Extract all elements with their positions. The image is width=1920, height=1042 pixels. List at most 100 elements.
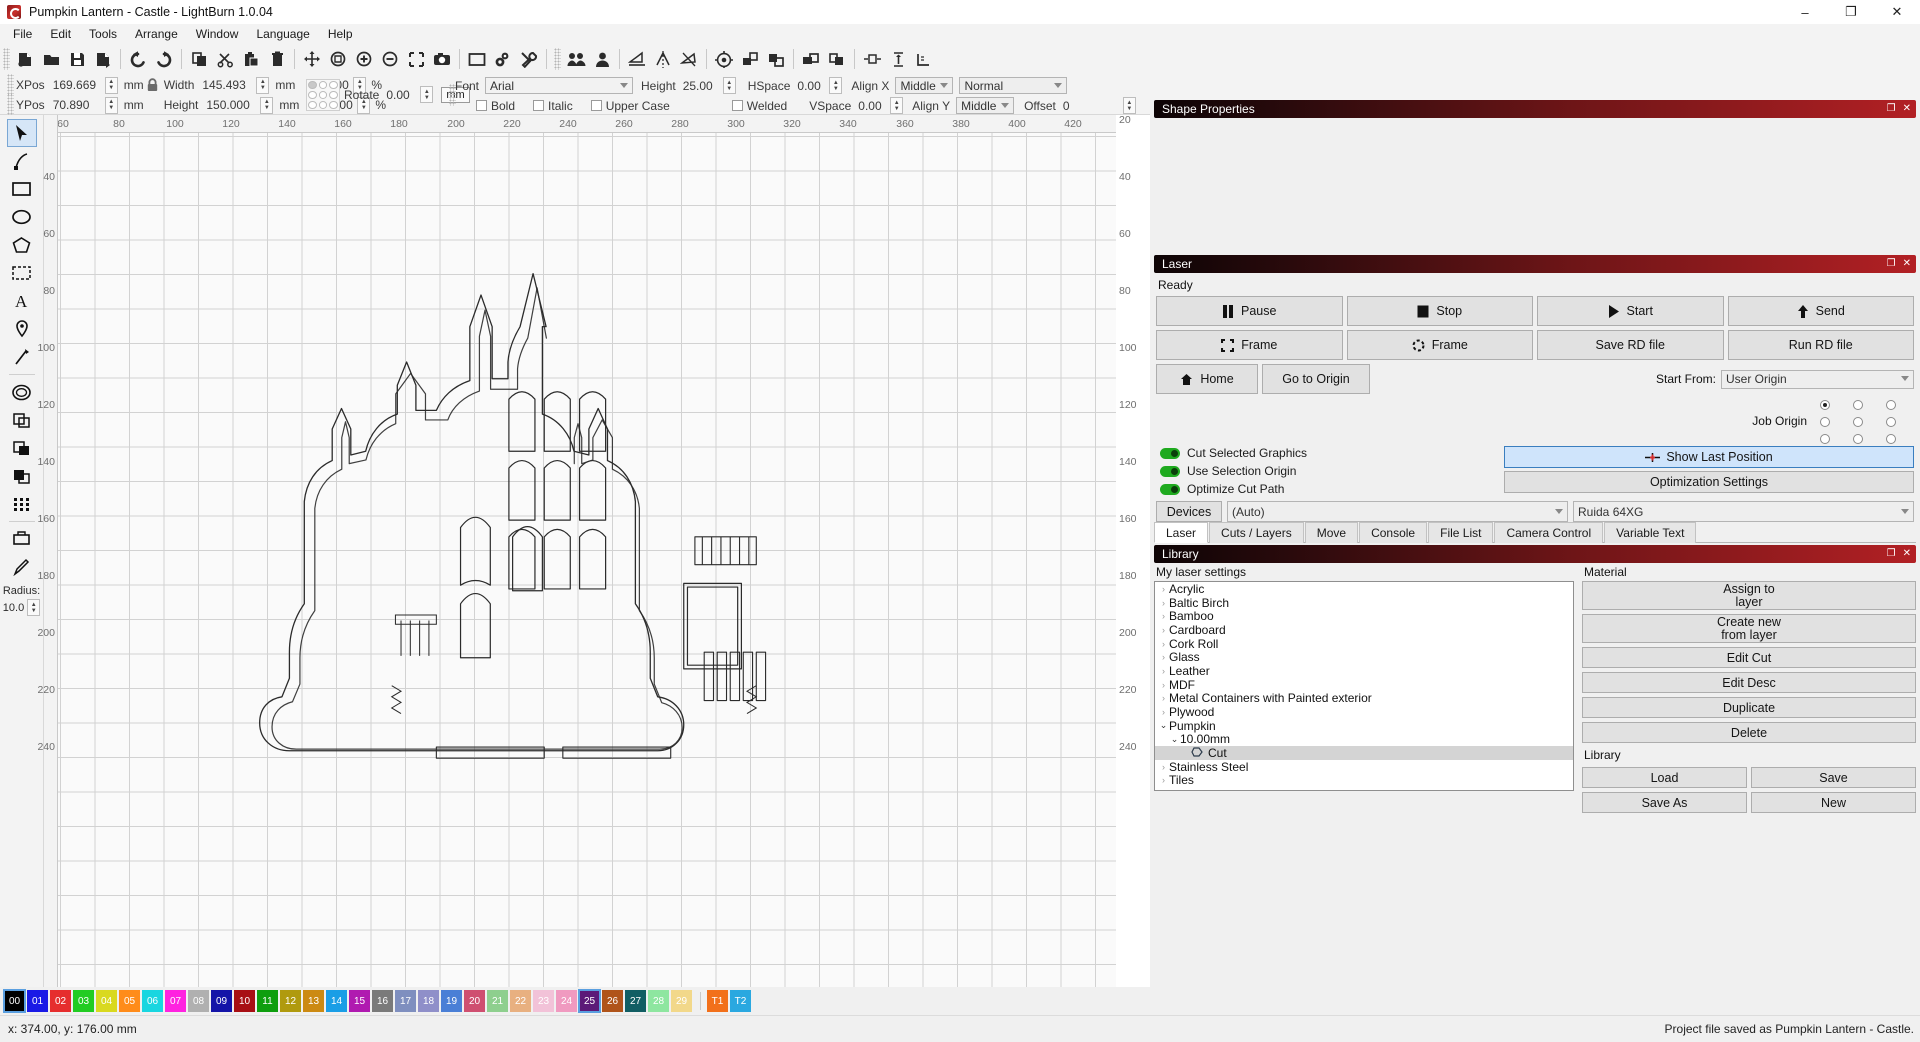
anchor-middle-right[interactable] <box>329 91 338 99</box>
chevron-right-icon[interactable]: › <box>1158 775 1169 785</box>
float-panel-icon[interactable]: ❐ <box>1887 259 1896 269</box>
palette-swatch-17[interactable]: 17 <box>395 990 416 1012</box>
palette-swatch-04[interactable]: 04 <box>96 990 117 1012</box>
chevron-right-icon[interactable]: › <box>1158 611 1169 621</box>
library-tree-item[interactable]: › Tiles <box>1155 773 1573 787</box>
font-family-select[interactable]: Arial <box>485 77 634 94</box>
optimization-settings-button[interactable]: Optimization Settings <box>1504 471 1914 493</box>
palette-swatch-T1[interactable]: T1 <box>707 990 728 1012</box>
palette-swatch-14[interactable]: 14 <box>326 990 347 1012</box>
zoom-out-icon[interactable] <box>377 46 403 72</box>
job-origin-top-center[interactable] <box>1853 400 1863 410</box>
palette-swatch-29[interactable]: 29 <box>671 990 692 1012</box>
chevron-right-icon[interactable]: › <box>1158 680 1169 690</box>
cut-selected-graphics-toggle[interactable]: Cut Selected Graphics <box>1160 446 1456 460</box>
library-tree-item[interactable]: Cut <box>1155 746 1573 760</box>
job-origin-bottom-right[interactable] <box>1886 434 1896 444</box>
use-selection-origin-toggle[interactable]: Use Selection Origin <box>1160 464 1456 478</box>
chevron-right-icon[interactable]: › <box>1158 707 1169 717</box>
float-panel-icon[interactable]: ❐ <box>1887 549 1896 559</box>
anchor-bottom-center[interactable] <box>318 101 328 109</box>
palette-swatch-08[interactable]: 08 <box>188 990 209 1012</box>
library-tree-item[interactable]: › Leather <box>1155 664 1573 678</box>
boolean-union-tool[interactable] <box>7 406 37 434</box>
library-tree[interactable]: › Acrylic › Baltic Birch › Bamboo › Cardboard › C… <box>1154 581 1574 791</box>
upper-case-checkbox[interactable]: Upper Case <box>590 99 670 113</box>
job-origin-middle-right[interactable] <box>1886 417 1896 427</box>
castle-artwork[interactable] <box>58 133 1116 987</box>
grid-array-tool[interactable] <box>7 490 37 518</box>
save-as-button[interactable]: Save As <box>1582 792 1747 813</box>
tab-camera-control[interactable]: Camera Control <box>1494 522 1604 543</box>
float-panel-icon[interactable]: ❐ <box>1887 104 1896 114</box>
palette-swatch-16[interactable]: 16 <box>372 990 393 1012</box>
load-button[interactable]: Load <box>1582 767 1747 788</box>
palette-swatch-06[interactable]: 06 <box>142 990 163 1012</box>
library-tree-item[interactable]: ⌄ 10.00mm <box>1155 732 1573 746</box>
hspace-value[interactable]: 0.00 <box>797 79 829 93</box>
anchor-middle-left[interactable] <box>308 91 317 99</box>
align-center-icon[interactable] <box>711 46 737 72</box>
width-spinner[interactable]: ▲ ▼ <box>256 76 270 94</box>
frame-preview-icon[interactable] <box>464 46 490 72</box>
boolean-subtract-tool[interactable] <box>7 434 37 462</box>
library-tree-item[interactable]: › Stainless Steel <box>1155 760 1573 774</box>
edit-desc-button[interactable]: Edit Desc <box>1582 672 1916 693</box>
menu-file[interactable]: File <box>4 25 41 43</box>
run-rd-file-button[interactable]: Run RD file <box>1727 330 1914 360</box>
anchor-bottom-left[interactable] <box>308 101 317 109</box>
palette-swatch-13[interactable]: 13 <box>303 990 324 1012</box>
canvas-grid[interactable] <box>58 133 1116 987</box>
menu-edit[interactable]: Edit <box>41 25 80 43</box>
chevron-down-icon[interactable]: ⌄ <box>1158 720 1169 731</box>
mirror-horizontal-icon[interactable] <box>624 46 650 72</box>
export-file-icon[interactable] <box>90 46 116 72</box>
ypos-spinner[interactable]: ▲ ▼ <box>104 96 118 114</box>
assign-to-layer-button[interactable]: Assign to layer <box>1582 581 1916 610</box>
chevron-right-icon[interactable]: › <box>1158 639 1169 649</box>
optimize-cut-path-toggle[interactable]: Optimize Cut Path <box>1160 482 1456 496</box>
xpos-spinner[interactable]: ▲ ▼ <box>104 76 118 94</box>
offset-value[interactable]: 0 <box>1063 99 1123 113</box>
print-cut-tool[interactable] <box>7 525 37 553</box>
paste-icon[interactable] <box>238 46 264 72</box>
create-new-from-layer-button[interactable]: Create new from layer <box>1582 614 1916 643</box>
job-origin-top-left[interactable] <box>1820 400 1830 410</box>
rotate-value[interactable]: 0.00 <box>386 88 420 102</box>
tab-variable-text[interactable]: Variable Text <box>1604 522 1697 543</box>
save-rd-file-button[interactable]: Save RD file <box>1537 330 1724 360</box>
anchor-top-center[interactable] <box>318 81 328 89</box>
library-tree-item[interactable]: › Metal Containers with Painted exterior <box>1155 691 1573 705</box>
menu-language[interactable]: Language <box>247 25 318 43</box>
draw-line-tool[interactable] <box>7 343 37 371</box>
open-file-icon[interactable] <box>38 46 64 72</box>
distribute-h-icon[interactable] <box>859 46 885 72</box>
library-tree-item[interactable]: ⌄ Pumpkin <box>1155 719 1573 733</box>
ellipse-tool[interactable] <box>7 203 37 231</box>
pause-button[interactable]: Pause <box>1156 296 1343 326</box>
edit-cut-button[interactable]: Edit Cut <box>1582 647 1916 668</box>
chevron-right-icon[interactable]: › <box>1158 666 1169 676</box>
chevron-right-icon[interactable]: › <box>1158 625 1169 635</box>
maximize-button[interactable]: ❐ <box>1828 0 1874 24</box>
library-tree-item[interactable]: › Cardboard <box>1155 623 1573 637</box>
text-height-spinner[interactable]: ▲ ▼ <box>722 77 736 94</box>
undo-icon[interactable] <box>125 46 151 72</box>
chevron-right-icon[interactable]: › <box>1158 598 1169 608</box>
boolean-union-icon[interactable] <box>763 46 789 72</box>
palette-swatch-24[interactable]: 24 <box>556 990 577 1012</box>
palette-swatch-12[interactable]: 12 <box>280 990 301 1012</box>
offset-spinner[interactable]: ▲ ▼ <box>1122 97 1136 114</box>
boolean-intersect-tool[interactable] <box>7 462 37 490</box>
frame-square-button[interactable]: Frame <box>1156 330 1343 360</box>
chevron-right-icon[interactable]: › <box>1158 584 1169 594</box>
rotate-spinner[interactable]: ▲ ▼ <box>420 86 434 103</box>
anchor-top-right[interactable] <box>329 81 338 89</box>
delete-button[interactable]: Delete <box>1582 722 1916 743</box>
palette-swatch-23[interactable]: 23 <box>533 990 554 1012</box>
position-marker-tool[interactable] <box>7 315 37 343</box>
palette-swatch-01[interactable]: 01 <box>27 990 48 1012</box>
palette-swatch-18[interactable]: 18 <box>418 990 439 1012</box>
save-file-icon[interactable] <box>64 46 90 72</box>
text-height-value[interactable]: 25.00 <box>683 79 723 93</box>
